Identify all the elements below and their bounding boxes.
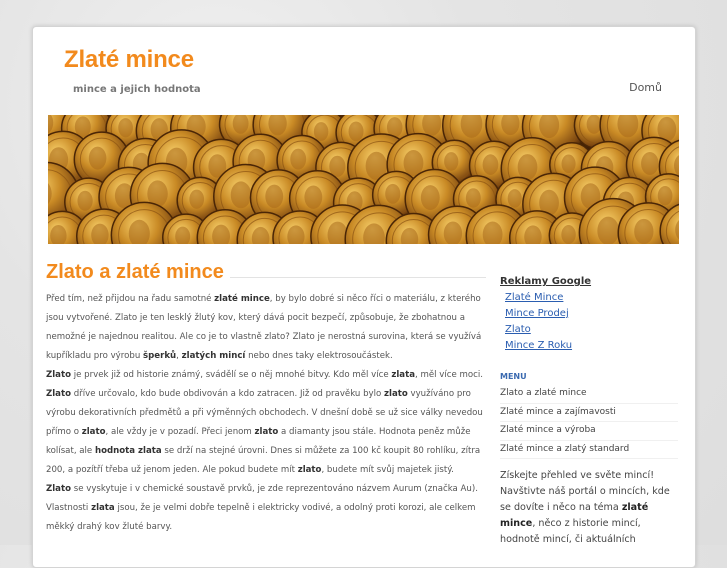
bold-keyword: Zlato xyxy=(46,389,71,399)
post-paragraph: Zlato je prvek již od historie známý, sv… xyxy=(46,366,486,385)
bold-keyword: šperků xyxy=(143,351,177,361)
menu-item[interactable]: Zlaté mince a zajímavosti xyxy=(500,404,678,422)
menu-list: Zlato a zlaté mince Zlaté mince a zajímav… xyxy=(500,385,678,459)
text-run: , ale vždy je v pozadí. Přeci jenom xyxy=(105,427,255,437)
text-run: dříve určovalo, kdo bude obdivován a kdo… xyxy=(71,389,385,399)
post-title-text: Zlato a zlaté mince xyxy=(46,261,224,283)
bold-keyword: zlato xyxy=(254,427,279,437)
menu-item[interactable]: Zlato a zlaté mince xyxy=(500,385,678,404)
bold-keyword: zlata xyxy=(391,370,416,380)
ads-title[interactable]: Reklamy Google xyxy=(500,276,678,287)
post-body: Před tím, než přijdou na řadu samotné zl… xyxy=(46,290,486,537)
text-run: Před tím, než přijdou na řadu samotné xyxy=(46,294,215,304)
ad-link[interactable]: Zlaté Mince xyxy=(505,292,563,303)
text-run: nebo dnes taky elektrosoučástek. xyxy=(245,351,393,361)
promo-text: Získejte přehled ve světe mincí! Navštiv… xyxy=(500,468,678,548)
post-title[interactable]: Zlato a zlaté mince xyxy=(46,261,486,284)
ad-item: Mince Z Roku xyxy=(505,338,678,354)
main-content: Zlato a zlaté mince Před tím, než přijdo… xyxy=(46,261,486,537)
bold-keyword: zlaté mince xyxy=(214,294,270,304)
post-paragraph: Zlato se vyskytuje i v chemické soustavě… xyxy=(46,480,486,537)
ad-link[interactable]: Mince Prodej xyxy=(505,308,569,319)
post-paragraph: Před tím, než přijdou na řadu samotné zl… xyxy=(46,290,486,366)
menu-item[interactable]: Zlaté mince a výroba xyxy=(500,422,678,441)
title-divider xyxy=(229,277,486,278)
bold-keyword: Zlato xyxy=(46,484,71,494)
ad-link[interactable]: Mince Z Roku xyxy=(505,340,572,351)
page-container: Zlaté mince mince a jejich hodnota Domů … xyxy=(32,26,696,568)
menu-item[interactable]: Zlaté mince a zlatý standard xyxy=(500,441,678,459)
menu-title: MENU xyxy=(500,372,527,381)
bold-keyword: zlata xyxy=(91,503,115,513)
text-run: , měl více moci. xyxy=(415,370,483,380)
sidebar: Reklamy Google Zlaté Mince Mince Prodej Zl… xyxy=(500,276,678,548)
ads-list: Zlaté Mince Mince Prodej Zlato Mince Z Roku xyxy=(505,290,678,354)
banner-image xyxy=(48,115,679,244)
ad-item: Zlato xyxy=(505,322,678,338)
bold-keyword: zlato xyxy=(81,427,106,437)
ad-item: Zlaté Mince xyxy=(505,290,678,306)
bold-keyword: hodnota zlata xyxy=(94,446,162,456)
bold-keyword: zlato xyxy=(297,465,322,475)
post-paragraph: Zlato dříve určovalo, kdo bude obdivován… xyxy=(46,385,486,480)
nav-home-link[interactable]: Domů xyxy=(629,81,662,94)
ad-link[interactable]: Zlato xyxy=(505,324,531,335)
text-run: , budete mít svůj majetek jistý. xyxy=(321,465,454,475)
bold-keyword: zlato xyxy=(384,389,408,399)
ad-item: Mince Prodej xyxy=(505,306,678,322)
bold-keyword: zlatých mincí xyxy=(181,351,246,361)
site-description: mince a jejich hodnota xyxy=(73,84,201,95)
text-run: je prvek již od historie známý, svádělí … xyxy=(71,370,392,380)
bold-keyword: Zlato xyxy=(46,370,71,380)
site-title[interactable]: Zlaté mince xyxy=(64,46,194,74)
